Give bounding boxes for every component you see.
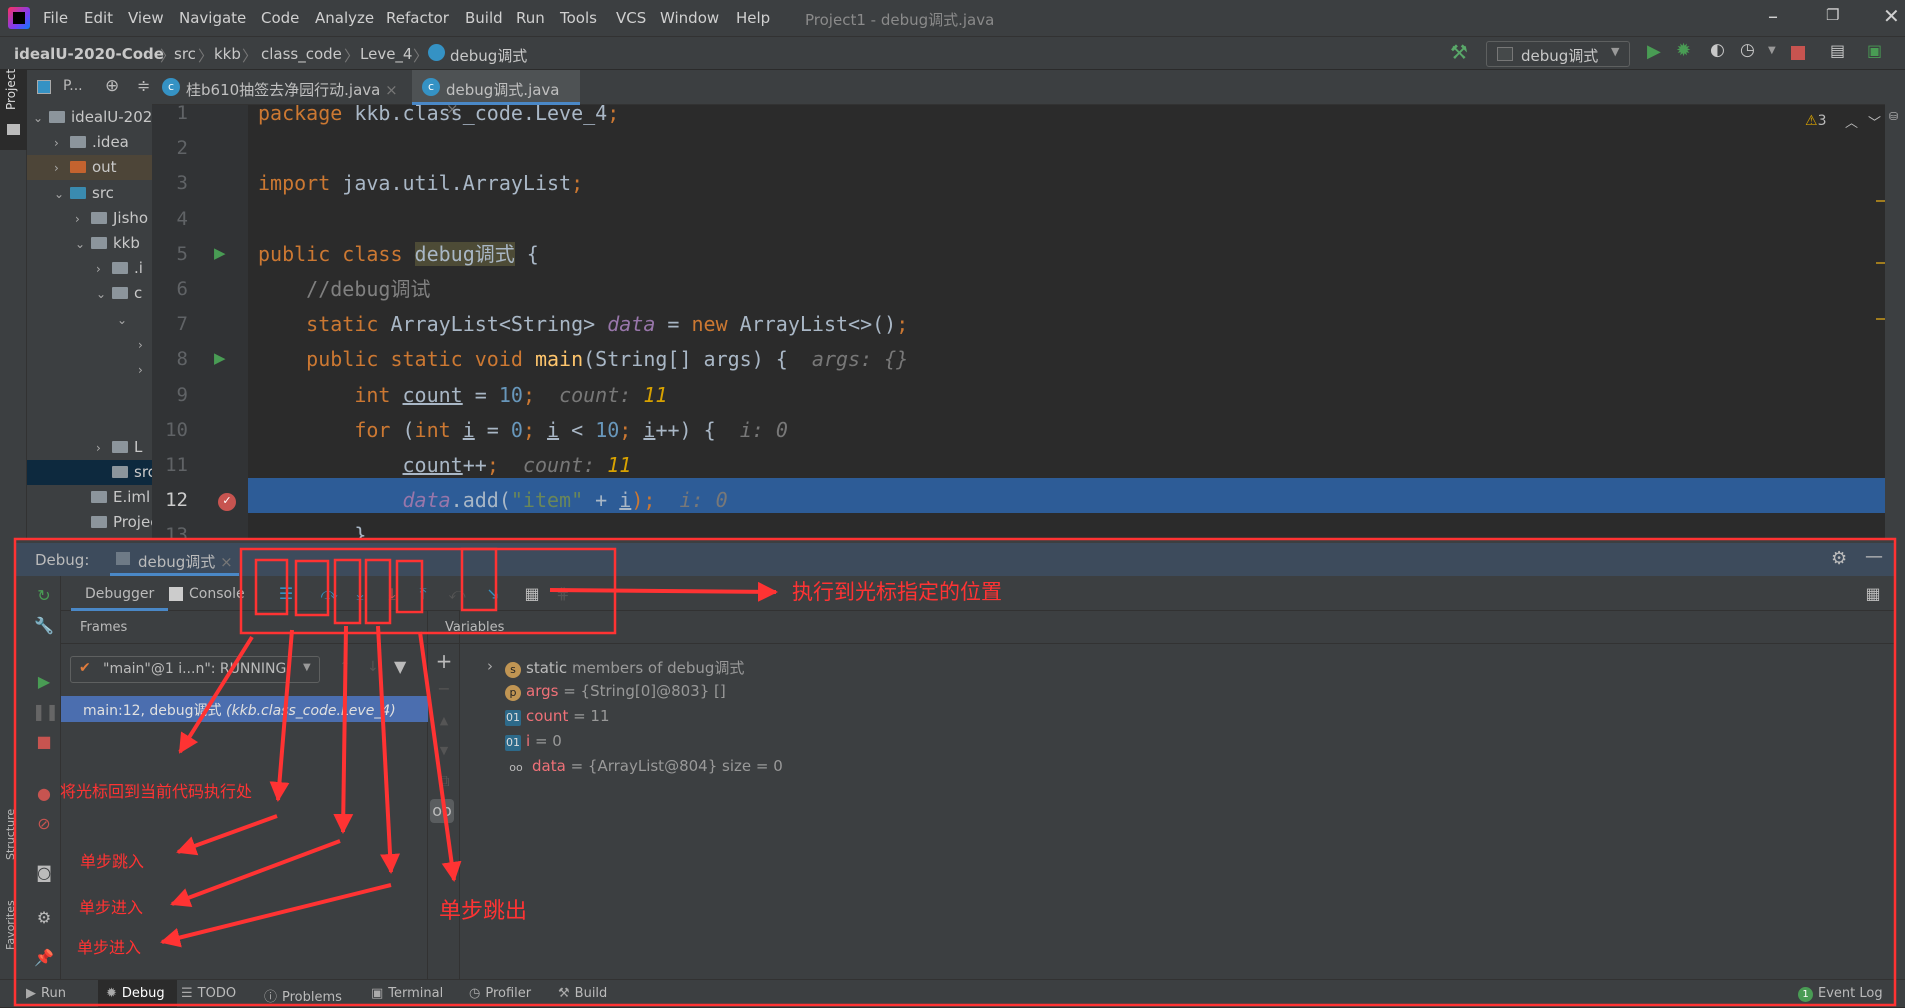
annotation-arrow <box>170 839 341 908</box>
annotation-arrow <box>176 814 278 856</box>
annotation-arrow <box>333 625 354 834</box>
step-out-highlight <box>395 559 424 614</box>
annotation-step-into: 单步进入 <box>79 898 144 917</box>
step-into-highlight <box>333 558 362 625</box>
run-to-cursor-highlight <box>460 547 498 612</box>
annotation-arrow <box>178 635 254 754</box>
annotation-arrow <box>549 581 778 602</box>
annotation-arrow <box>376 625 401 874</box>
annotation-step-out: 单步跳出 <box>439 899 528 924</box>
annotation-force-step-into: 单步进入 <box>77 938 142 957</box>
annotation-step-over: 单步跳入 <box>80 852 145 871</box>
annotation-run-to-cursor: 执行到光标指定的位置 <box>792 580 1002 604</box>
annotation-overlay <box>13 537 1897 1007</box>
step-over-highlight <box>294 559 330 617</box>
annotation-arrow <box>418 631 462 882</box>
force-step-into-highlight <box>364 558 392 625</box>
annotation-show-exec-point: 将光标回到当前代码执行处 <box>60 782 253 801</box>
annotation-arrow <box>269 629 294 802</box>
show-exec-point-highlight <box>254 558 289 616</box>
